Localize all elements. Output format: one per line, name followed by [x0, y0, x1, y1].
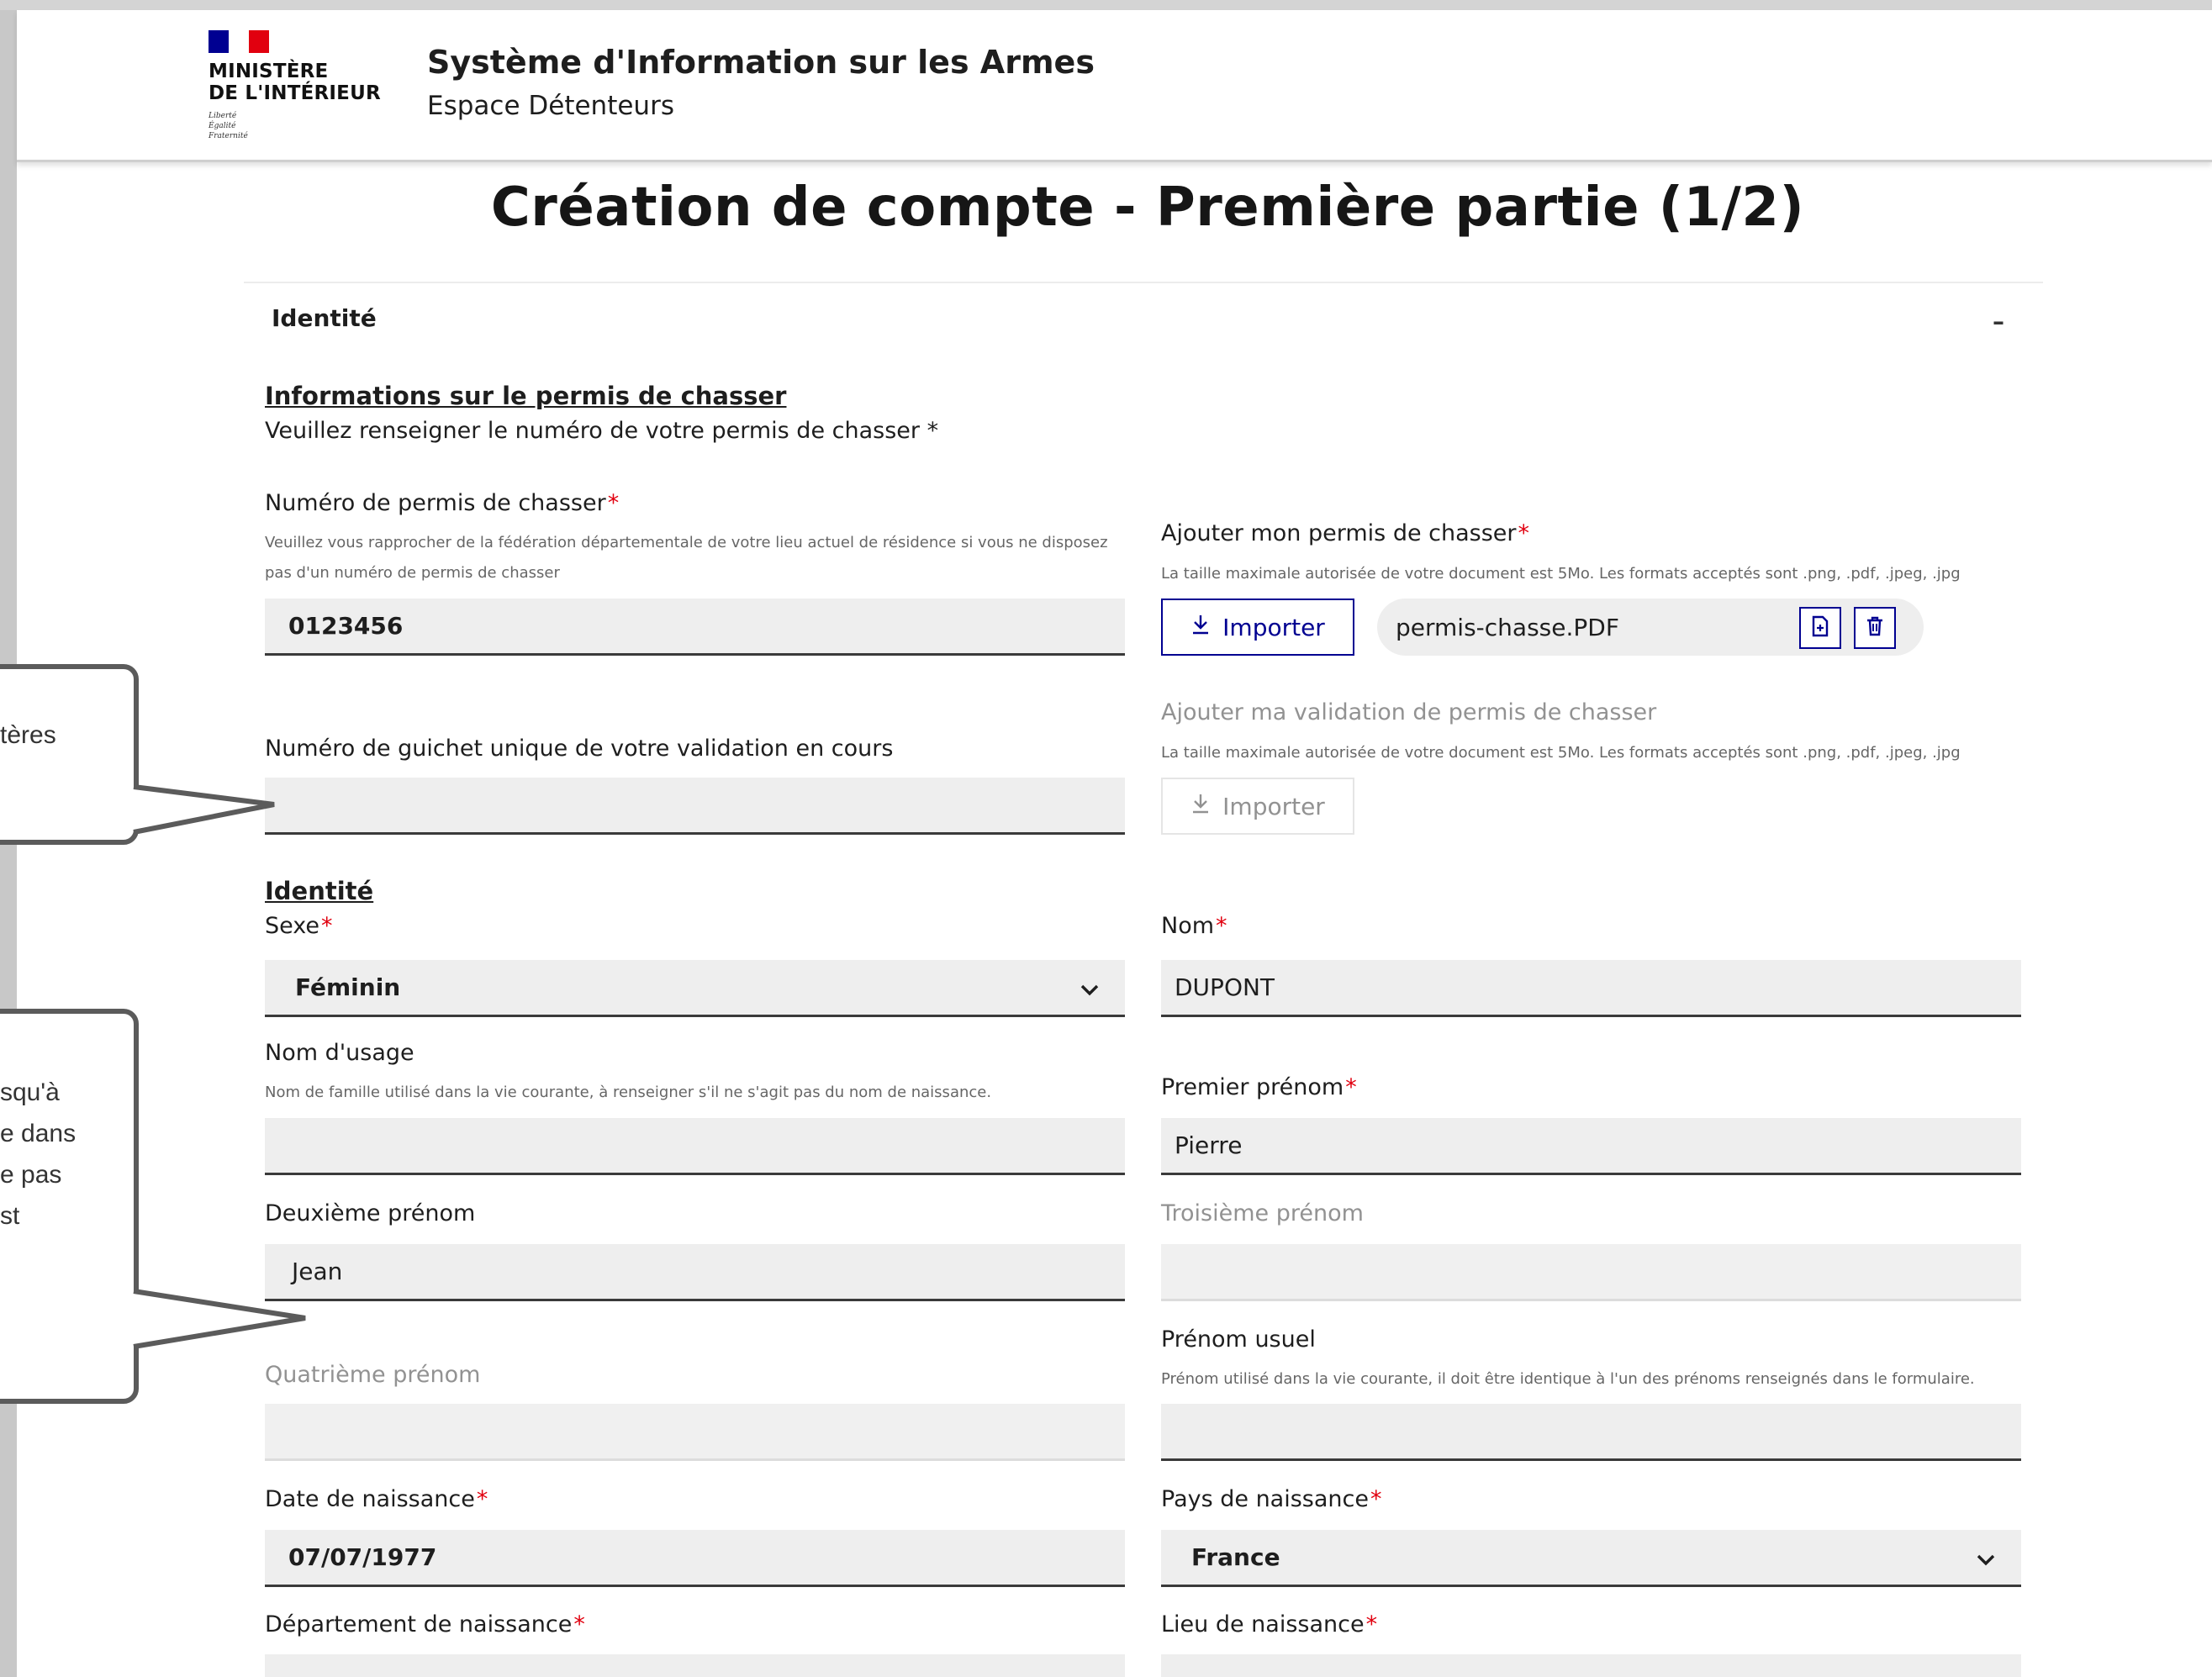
file-name: permis-chasse.PDF [1396, 613, 1619, 641]
permis-upload-hint: La taille maximale autorisée de votre do… [1161, 565, 1961, 583]
accordion-title[interactable]: Identité [272, 304, 377, 332]
validation-upload-hint: La taille maximale autorisée de votre do… [1161, 744, 1961, 762]
departement-naissance-label: Département de naissance* [265, 1611, 585, 1637]
file-icon [1811, 615, 1829, 641]
guichet-label: Numéro de guichet unique de votre valida… [265, 736, 894, 762]
ministry-name: MINISTÈRE DE L'INTÉRIEUR [209, 61, 381, 104]
identite-heading: Identité [265, 877, 374, 905]
callout-text: squ'à e dans e pas st [0, 1078, 77, 1230]
sexe-label: Sexe* [265, 913, 333, 939]
app-title[interactable]: Système d'Information sur les Armes [427, 44, 1095, 81]
callout-pointer [133, 784, 275, 835]
troisieme-prenom-label: Troisième prénom [1161, 1200, 1364, 1226]
prenom-usuel-hint: Prénom utilisé dans la vie courante, il … [1161, 1370, 1975, 1388]
uploaded-file-chip: permis-chasse.PDF [1377, 599, 1924, 656]
download-icon [1190, 793, 1211, 820]
download-icon [1190, 614, 1211, 641]
nom-label: Nom* [1161, 913, 1227, 939]
chevron-down-icon [1974, 1548, 1998, 1572]
page-title: Création de compte - Première partie (1/… [490, 177, 1805, 239]
lieu-naissance-input[interactable] [1161, 1654, 2021, 1677]
site-header: MINISTÈRE DE L'INTÉRIEUR Liberté Égalité… [17, 10, 2212, 162]
permis-upload-label: Ajouter mon permis de chasser* [1161, 520, 1530, 546]
import-permis-button[interactable]: Importer [1161, 599, 1354, 656]
permis-heading: Informations sur le permis de chasser [265, 382, 787, 410]
deuxieme-prenom-label: Deuxième prénom [265, 1200, 476, 1226]
sexe-value: Féminin [295, 973, 401, 1001]
deuxieme-prenom-input[interactable]: Jean [265, 1244, 1125, 1301]
import-label: Importer [1222, 792, 1325, 820]
permis-instruction: Veuillez renseigner le numéro de votre p… [265, 418, 939, 444]
permis-number-label: Numéro de permis de chasser* [265, 490, 620, 516]
guichet-input[interactable] [265, 778, 1125, 835]
permis-number-hint: Veuillez vous rapprocher de la fédératio… [265, 534, 1108, 582]
import-validation-button[interactable]: Importer [1161, 778, 1354, 835]
premier-prenom-label: Premier prénom* [1161, 1074, 1357, 1100]
ministry-logo[interactable]: MINISTÈRE DE L'INTÉRIEUR Liberté Égalité… [192, 20, 393, 163]
callout-pointer [133, 1289, 306, 1349]
nom-usage-hint: Nom de famille utilisé dans la vie coura… [265, 1084, 992, 1101]
callout-text: tères [0, 721, 56, 749]
ministry-motto: Liberté Égalité Fraternité [209, 112, 248, 140]
pays-naissance-select[interactable]: France [1161, 1530, 2021, 1587]
permis-number-input[interactable]: 0123456 [265, 599, 1125, 656]
trash-icon [1866, 615, 1884, 641]
nom-usage-input[interactable] [265, 1118, 1125, 1175]
delete-file-button[interactable] [1854, 607, 1896, 649]
chevron-down-icon [1078, 978, 1101, 1002]
departement-naissance-input[interactable] [265, 1654, 1125, 1677]
lieu-naissance-label: Lieu de naissance* [1161, 1611, 1378, 1637]
nom-input[interactable]: DUPONT [1161, 960, 2021, 1017]
pays-naissance-label: Pays de naissance* [1161, 1486, 1382, 1512]
sexe-select[interactable]: Féminin [265, 960, 1125, 1017]
divider [244, 282, 2043, 283]
app-subtitle: Espace Détenteurs [427, 91, 674, 121]
quatrieme-prenom-input[interactable] [265, 1404, 1125, 1461]
quatrieme-prenom-label: Quatrième prénom [265, 1362, 481, 1388]
import-label: Importer [1222, 613, 1325, 641]
date-naissance-input[interactable]: 07/07/1977 [265, 1530, 1125, 1587]
marianne-flag-icon [209, 30, 269, 53]
premier-prenom-input[interactable]: Pierre [1161, 1118, 2021, 1175]
validation-upload-label: Ajouter ma validation de permis de chass… [1161, 699, 1657, 725]
troisieme-prenom-input[interactable] [1161, 1244, 2021, 1301]
nom-usage-label: Nom d'usage [265, 1040, 414, 1066]
date-naissance-label: Date de naissance* [265, 1486, 488, 1512]
prenom-usuel-label: Prénom usuel [1161, 1326, 1316, 1353]
view-file-button[interactable] [1799, 607, 1841, 649]
prenom-usuel-input[interactable] [1161, 1404, 2021, 1461]
pays-value: France [1191, 1543, 1280, 1571]
collapse-icon[interactable]: – [1993, 308, 2004, 335]
